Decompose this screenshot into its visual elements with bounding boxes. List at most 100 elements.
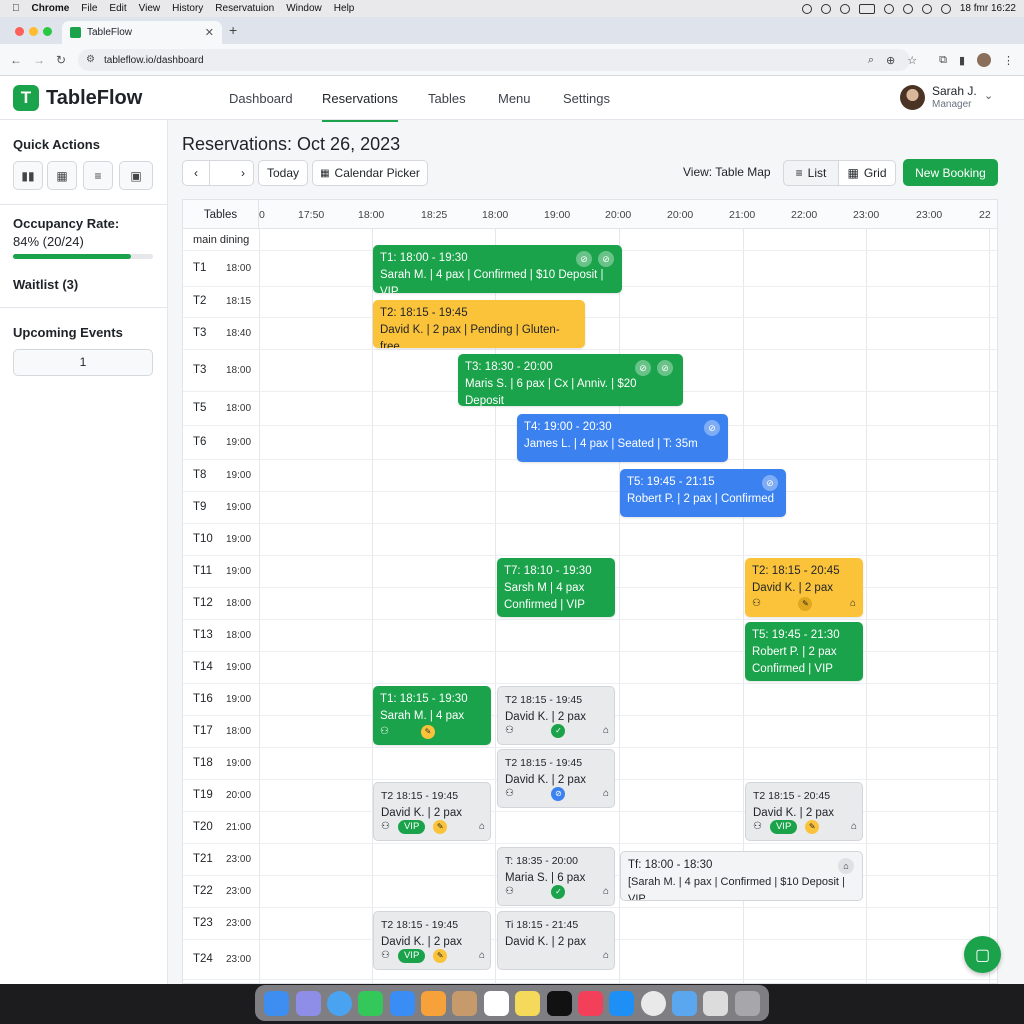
new-booking-button[interactable]: New Booking — [903, 159, 998, 186]
waitlist-link[interactable]: Waitlist (3) — [13, 277, 78, 292]
window-minimize-button[interactable] — [29, 27, 38, 36]
tag-icon[interactable]: ⊘ — [576, 251, 592, 267]
battery-icon[interactable] — [858, 3, 875, 14]
reservation-card[interactable]: T2 18:15 - 19:45 David K. | 2 pax ⚇ VIP … — [373, 911, 491, 970]
reservation-card[interactable]: T2 18:15 - 19:45 David K. | 2 pax ⚇ ✓ ⌂ — [497, 686, 615, 745]
trash-icon[interactable] — [734, 990, 760, 1016]
url-text[interactable]: tableflow.io/dashboard — [104, 55, 204, 66]
table-label[interactable]: T1 — [193, 262, 206, 274]
nav-dashboard[interactable]: Dashboard — [229, 91, 293, 106]
tag-icon[interactable]: ⌂ — [851, 818, 857, 835]
calendar-picker-button[interactable]: ▦ Calendar Picker — [312, 160, 428, 186]
nav-tables[interactable]: Tables — [428, 91, 466, 106]
reservation-card[interactable]: T4: 19:00 - 20:30 James L. | 4 pax | Sea… — [517, 414, 728, 462]
table-label[interactable]: T9 — [193, 501, 206, 513]
contacts-icon[interactable] — [452, 990, 478, 1016]
menu-edit[interactable]: Edit — [109, 3, 126, 14]
back-arrow-icon[interactable]: ← — [10, 53, 22, 67]
address-bar[interactable]: ⚙ tableflow.io/dashboard — [78, 49, 910, 71]
tag-icon[interactable]: ⌂ — [603, 947, 609, 964]
apple-tv-icon[interactable] — [546, 990, 572, 1016]
next-day-button[interactable]: › — [209, 160, 254, 186]
finder-icon[interactable] — [264, 990, 290, 1016]
nav-settings[interactable]: Settings — [563, 91, 610, 106]
chevron-down-icon[interactable]: ⌄ — [984, 89, 993, 102]
reservation-card[interactable]: T2: 18:15 - 20:45 David K. | 2 pax ⚇ ✎ ⌂ — [745, 558, 863, 617]
table-label[interactable]: T18 — [193, 757, 213, 769]
table-label[interactable]: T21 — [193, 853, 213, 865]
app-logo[interactable]: T TableFlow — [13, 85, 142, 111]
menu-history[interactable]: History — [172, 3, 203, 14]
window-close-button[interactable] — [15, 27, 24, 36]
clock-icon[interactable] — [839, 3, 850, 14]
reservation-card[interactable]: T1: 18:15 - 19:30 Sarah M. | 4 pax ⚇ ✎ — [373, 686, 491, 745]
reservation-card[interactable]: Tf: 18:00 - 18:30 [Sarah M. | 4 pax | Co… — [620, 851, 863, 901]
grid-view-button[interactable]: ▦ Grid — [838, 160, 896, 186]
launchpad-icon[interactable] — [295, 990, 321, 1016]
reservation-card[interactable]: T2 18:15 - 19:45 David K. | 2 pax ⚇ VIP … — [373, 782, 491, 841]
notes-icon[interactable] — [515, 990, 541, 1016]
quick-action-calendar-settings-button[interactable]: ▣ — [119, 161, 153, 190]
sidepanel-icon[interactable]: ▮ — [959, 54, 965, 67]
table-label[interactable]: T2 — [193, 295, 206, 307]
reservation-card[interactable]: T1: 18:00 - 19:30 Sarah M. | 4 pax | Con… — [373, 245, 622, 293]
site-info-icon[interactable]: ⚙ — [86, 54, 95, 65]
tag-icon[interactable]: ⊘ — [635, 360, 651, 376]
tag-icon[interactable]: ⊘ — [704, 420, 720, 436]
menubar-clock[interactable]: 18 fmr 16:22 — [960, 3, 1016, 14]
tag-icon[interactable]: ⌂ — [479, 947, 485, 964]
safari-icon[interactable] — [326, 990, 352, 1016]
music-icon[interactable] — [577, 990, 603, 1016]
table-label[interactable]: T20 — [193, 821, 213, 833]
table-label[interactable]: T8 — [193, 469, 206, 481]
table-label[interactable]: T3 — [193, 327, 206, 339]
table-label[interactable]: T11 — [193, 565, 212, 577]
user-switch-icon[interactable] — [940, 3, 951, 14]
table-label[interactable]: T17 — [193, 725, 213, 737]
table-label[interactable]: T22 — [193, 885, 213, 897]
upcoming-events-count[interactable]: 1 — [13, 349, 153, 376]
focus-icon[interactable] — [820, 3, 831, 14]
table-label[interactable]: T6 — [193, 436, 206, 448]
table-label[interactable]: T12 — [193, 597, 213, 609]
reservation-card[interactable]: T7: 18:10 - 19:30 Sarsh M | 4 pax Confir… — [497, 558, 615, 617]
user-menu[interactable]: Sarah J. Manager ⌄ — [900, 82, 1010, 114]
table-label[interactable]: T3 — [193, 364, 206, 376]
menu-app-name[interactable]: Chrome — [32, 3, 70, 14]
quick-action-chart-button[interactable]: ▮▮ — [13, 161, 43, 190]
table-label[interactable]: T14 — [193, 661, 213, 673]
extensions-icon[interactable]: ⧉ — [939, 54, 947, 67]
list-view-button[interactable]: ≡ List — [783, 160, 839, 186]
reservation-card[interactable]: T5: 19:45 - 21:15 Robert P. | 2 pax | Co… — [620, 469, 786, 517]
bookmark-star-icon[interactable]: ☆ — [907, 54, 917, 67]
chrome-icon[interactable] — [640, 990, 666, 1016]
tag-icon[interactable]: ⌂ — [479, 818, 485, 835]
menu-window[interactable]: Window — [286, 3, 322, 14]
tag-icon[interactable]: ⊘ — [762, 475, 778, 491]
table-label[interactable]: T10 — [193, 533, 213, 545]
menu-view[interactable]: View — [139, 3, 161, 14]
tag-icon[interactable]: ⌂ — [850, 595, 856, 612]
reservation-card[interactable]: T: 18:35 - 20:00 Maria S. | 6 pax ⚇ ✓ ⌂ — [497, 847, 615, 906]
zoom-icon[interactable]: ⌕ — [868, 54, 874, 67]
menu-reservation[interactable]: Reservatuion — [215, 3, 274, 14]
reservation-card[interactable]: T2 18:15 - 20:45 David K. | 2 pax ⚇ VIP … — [745, 782, 863, 841]
today-button[interactable]: Today — [258, 160, 308, 186]
documents-folder-icon[interactable] — [703, 990, 729, 1016]
quick-action-calendar-button[interactable]: ▦ — [47, 161, 77, 190]
nav-reservations[interactable]: Reservations — [322, 91, 398, 122]
tag-icon[interactable]: ⊘ — [598, 251, 614, 267]
menu-help[interactable]: Help — [334, 3, 355, 14]
reservation-card[interactable]: Ti 18:15 - 21:45 David K. | 2 pax ⌂ — [497, 911, 615, 970]
translate-icon[interactable]: ⊕ — [886, 54, 895, 67]
wifi-icon[interactable] — [883, 3, 894, 14]
chrome-menu-icon[interactable]: ⋮ — [1003, 54, 1014, 67]
window-zoom-button[interactable] — [43, 27, 52, 36]
app-store-icon[interactable] — [609, 990, 635, 1016]
table-label[interactable]: T5 — [193, 402, 206, 414]
mail-icon[interactable] — [389, 990, 415, 1016]
spotlight-search-icon[interactable] — [921, 3, 932, 14]
chat-button[interactable]: ▢ — [964, 936, 1001, 973]
quick-action-list-button[interactable]: ≡ — [83, 161, 113, 190]
table-label[interactable]: T23 — [193, 917, 213, 929]
